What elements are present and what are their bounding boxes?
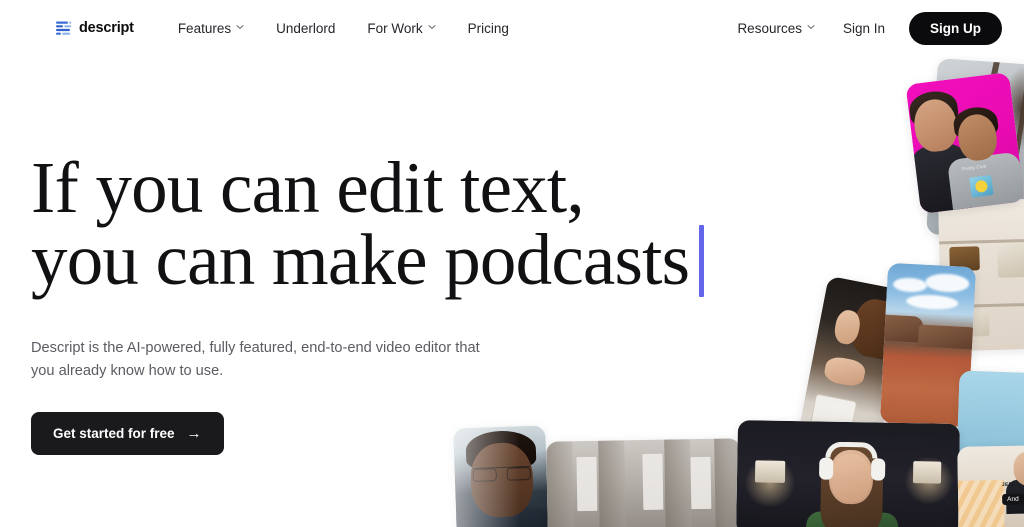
cloud bbox=[925, 273, 970, 293]
handbag bbox=[949, 246, 980, 271]
chevron-down-icon bbox=[428, 23, 436, 31]
nav-item-resources-label: Resources bbox=[737, 21, 802, 36]
nav-item-features-label: Features bbox=[178, 21, 231, 36]
nav-item-for-work[interactable]: For Work bbox=[351, 15, 451, 42]
shirt-graphic bbox=[969, 175, 993, 198]
nav-item-pricing-label: Pricing bbox=[468, 21, 509, 36]
woman-headphones-photo bbox=[736, 420, 960, 527]
glasses-shape bbox=[472, 466, 530, 479]
person-a-body bbox=[909, 142, 973, 214]
text-caret-icon bbox=[699, 225, 704, 297]
main-navigation: descript Features Underlord For Work bbox=[0, 0, 1024, 56]
mesa-rock bbox=[918, 325, 976, 350]
primary-nav-links: Features Underlord For Work Pricing bbox=[162, 15, 525, 42]
call-name-label: JEFF L bbox=[1002, 482, 1021, 488]
tree-branch bbox=[992, 83, 1012, 172]
person-a-hair bbox=[908, 89, 960, 128]
glass-jar bbox=[807, 393, 857, 448]
person-b-hair bbox=[952, 105, 999, 140]
page-title: If you can edit text, you can make podca… bbox=[31, 152, 721, 297]
nav-item-for-work-label: For Work bbox=[367, 21, 422, 36]
nav-right-group: Resources Sign In Sign Up bbox=[723, 12, 1002, 45]
nav-item-pricing[interactable]: Pricing bbox=[452, 15, 525, 42]
outdoor-tree-photo-fill bbox=[926, 58, 1024, 242]
tree-branch bbox=[1006, 65, 1024, 204]
shelf-line bbox=[939, 239, 1024, 245]
landing-page: Pretty Cool bbox=[0, 0, 1024, 527]
person-a-head bbox=[912, 97, 960, 154]
striped-backdrop bbox=[958, 480, 1005, 527]
nav-item-underlord-label: Underlord bbox=[276, 21, 335, 36]
hero-subheading-line-1: Descript is the AI-powered, fully featur… bbox=[31, 340, 451, 356]
hand-shape bbox=[823, 355, 867, 388]
desert-landscape-photo-fill bbox=[880, 263, 976, 427]
person-b-body bbox=[947, 152, 1024, 214]
hand-shape bbox=[832, 308, 862, 346]
sign-in-label: Sign In bbox=[843, 21, 885, 36]
window-pane bbox=[690, 457, 711, 509]
brand-name: descript bbox=[79, 20, 134, 36]
cloud bbox=[893, 277, 928, 293]
headline-line-1: If you can edit text, bbox=[31, 152, 721, 224]
nav-item-underlord[interactable]: Underlord bbox=[260, 15, 351, 42]
handbag bbox=[955, 310, 990, 337]
headline-line-2: you can make podcasts bbox=[31, 219, 689, 300]
cloud bbox=[906, 294, 959, 311]
call-participant-head bbox=[1013, 451, 1024, 486]
headphone-cup-left bbox=[819, 457, 833, 479]
woman-head bbox=[829, 450, 874, 505]
shirt-text: Pretty Cool bbox=[962, 164, 987, 172]
lamp-glow bbox=[743, 458, 798, 507]
video-call-photo: JEFF L And bbox=[957, 445, 1024, 527]
woman-headphones-photo-fill bbox=[736, 420, 960, 527]
closet-shelf-photo bbox=[938, 199, 1024, 352]
lamp-shade bbox=[913, 461, 941, 483]
window-pane bbox=[576, 457, 597, 511]
handbag bbox=[997, 243, 1024, 278]
sign-in-link[interactable]: Sign In bbox=[829, 15, 899, 42]
person-b-head bbox=[956, 112, 999, 162]
shoulders-shape bbox=[453, 507, 549, 527]
blue-sky-strip-photo bbox=[956, 370, 1024, 469]
get-started-label: Get started for free bbox=[53, 426, 175, 441]
arm-shape bbox=[848, 296, 904, 362]
mesa-rock bbox=[880, 315, 923, 343]
headphone-band bbox=[825, 442, 877, 459]
brand-logo[interactable]: descript bbox=[55, 20, 134, 37]
descript-logo-icon bbox=[55, 20, 72, 37]
hands-laptop-photo-fill bbox=[797, 276, 910, 457]
shelf-line bbox=[941, 303, 1024, 309]
nav-item-resources[interactable]: Resources bbox=[723, 15, 829, 42]
outdoor-tree-photo bbox=[926, 58, 1024, 242]
two-people-pink-photo: Pretty Cool bbox=[905, 72, 1024, 214]
pink-backdrop bbox=[905, 72, 1024, 214]
woman-hair bbox=[820, 442, 884, 527]
hands-laptop-photo bbox=[797, 276, 910, 457]
get-started-button[interactable]: Get started for free → bbox=[31, 412, 224, 455]
chevron-down-icon bbox=[807, 23, 815, 31]
tree-branch bbox=[970, 58, 1001, 175]
window-pane bbox=[642, 454, 663, 510]
sign-up-button[interactable]: Sign Up bbox=[909, 12, 1002, 45]
hero-section: If you can edit text, you can make podca… bbox=[31, 152, 721, 455]
lamp-glow bbox=[903, 457, 956, 504]
headline-line-2-wrap: you can make podcasts bbox=[31, 224, 721, 297]
call-caption-pill: And bbox=[1002, 494, 1024, 505]
hero-subheading: Descript is the AI-powered, fully featur… bbox=[31, 337, 501, 384]
shirt-graphic-dot bbox=[975, 180, 988, 193]
call-participant-body bbox=[1006, 479, 1024, 514]
woman-face bbox=[831, 454, 872, 503]
blue-sky-strip-photo-fill bbox=[956, 370, 1024, 469]
woman-top bbox=[806, 511, 898, 527]
nav-item-features[interactable]: Features bbox=[162, 15, 260, 42]
arrow-right-icon: → bbox=[187, 426, 202, 441]
headphone-cup-right bbox=[871, 458, 885, 480]
desert-landscape-photo bbox=[880, 263, 976, 427]
nav-left-group: descript Features Underlord For Work bbox=[55, 15, 525, 42]
lamp-shade bbox=[755, 460, 785, 483]
chevron-down-icon bbox=[236, 23, 244, 31]
video-call-photo-fill bbox=[957, 445, 1024, 527]
closet-shelf-photo-fill bbox=[938, 199, 1024, 352]
